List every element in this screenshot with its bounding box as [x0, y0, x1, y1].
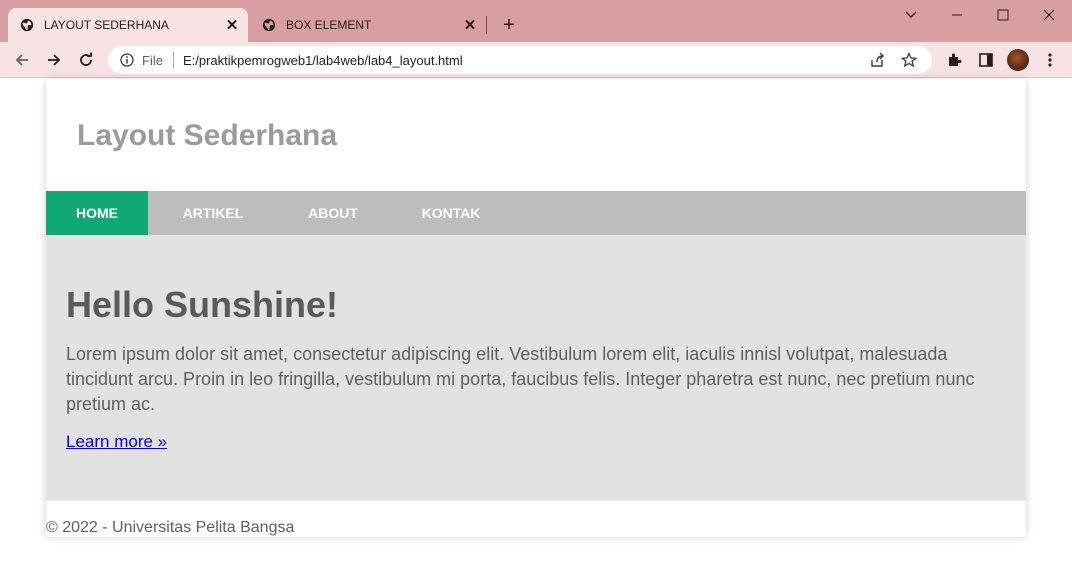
tab-separator: [486, 16, 487, 34]
globe-icon: [262, 18, 276, 32]
tab-title: BOX ELEMENT: [286, 18, 372, 32]
hero-section: Hello Sunshine! Lorem ipsum dolor sit am…: [46, 235, 1026, 500]
learn-more-link[interactable]: Learn more »: [66, 432, 167, 452]
profile-avatar[interactable]: [1006, 48, 1030, 72]
extensions-icon[interactable]: [942, 48, 966, 72]
address-bar[interactable]: File E:/praktikpemrogweb1/lab4web/lab4_l…: [108, 46, 932, 74]
side-panel-icon[interactable]: [974, 48, 998, 72]
nav-about[interactable]: ABOUT: [278, 191, 388, 235]
menu-kebab-icon[interactable]: [1038, 48, 1062, 72]
close-window-icon[interactable]: [1026, 4, 1072, 26]
page-container: Layout Sederhana HOME ARTIKEL ABOUT KONT…: [46, 79, 1026, 537]
page-viewport: Layout Sederhana HOME ARTIKEL ABOUT KONT…: [0, 79, 1072, 578]
new-tab-icon[interactable]: +: [498, 14, 520, 36]
nav-artikel[interactable]: ARTIKEL: [148, 191, 278, 235]
maximize-icon[interactable]: [980, 4, 1026, 26]
address-separator: [172, 52, 174, 68]
tab-search-icon[interactable]: [888, 4, 934, 26]
forward-icon[interactable]: [42, 48, 66, 72]
close-tab-icon[interactable]: ✕: [462, 17, 478, 34]
nav-kontak[interactable]: KONTAK: [388, 191, 514, 235]
tab-box-element[interactable]: BOX ELEMENT ✕: [250, 8, 486, 42]
info-icon[interactable]: [120, 53, 134, 67]
main-nav: HOME ARTIKEL ABOUT KONTAK: [46, 191, 1026, 235]
browser-toolbar: File E:/praktikpemrogweb1/lab4web/lab4_l…: [0, 42, 1072, 78]
site-footer: © 2022 - Universitas Pelita Bangsa: [46, 519, 295, 536]
scheme-label: File: [142, 52, 163, 68]
close-tab-icon[interactable]: ✕: [224, 17, 240, 34]
back-icon[interactable]: [10, 48, 34, 72]
tab-layout-sederhana[interactable]: LAYOUT SEDERHANA ✕: [8, 8, 248, 42]
minimize-icon[interactable]: [934, 4, 980, 26]
share-icon[interactable]: [868, 51, 886, 69]
footer-divider: [46, 500, 1026, 501]
nav-home[interactable]: HOME: [46, 191, 148, 235]
reload-icon[interactable]: [74, 48, 98, 72]
site-header: Layout Sederhana: [46, 79, 1026, 191]
site-title: Layout Sederhana: [77, 119, 338, 152]
tab-strip: LAYOUT SEDERHANA ✕ BOX ELEMENT ✕ +: [0, 0, 1072, 42]
hero-text: Lorem ipsum dolor sit amet, consectetur …: [66, 344, 975, 414]
globe-icon: [20, 18, 34, 32]
url-text[interactable]: E:/praktikpemrogweb1/lab4web/lab4_layout…: [183, 53, 868, 68]
avatar: [1007, 49, 1029, 71]
bookmark-star-icon[interactable]: [900, 51, 918, 69]
hero-heading: Hello Sunshine!: [66, 284, 339, 325]
tab-title: LAYOUT SEDERHANA: [44, 18, 169, 32]
